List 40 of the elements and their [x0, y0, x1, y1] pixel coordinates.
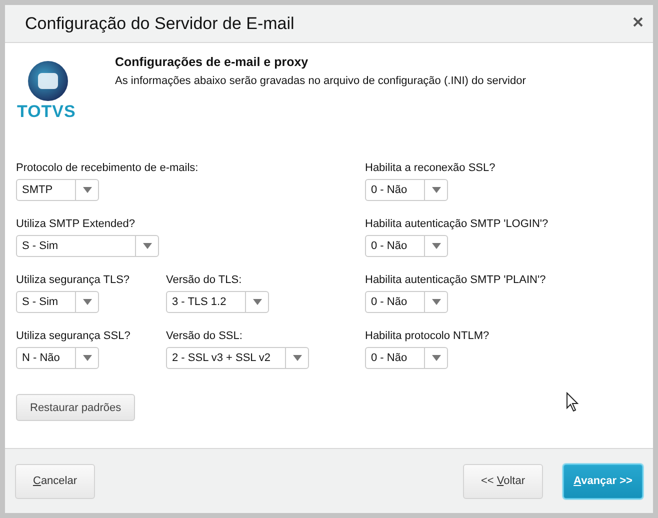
dropdown[interactable]: 0 - Não	[365, 235, 448, 257]
dropdown[interactable]: S - Sim	[16, 291, 99, 313]
caret-icon	[82, 299, 92, 305]
field-label: Utiliza SMTP Extended?	[16, 218, 136, 230]
dropdown[interactable]: 0 - Não	[365, 347, 448, 369]
field-label: Versão do TLS:	[166, 274, 243, 286]
window-title: Configuração do Servidor de E-mail	[25, 14, 294, 34]
dropdown[interactable]: 0 - Não	[365, 179, 448, 201]
dropdown[interactable]: S - Sim	[16, 235, 159, 257]
dropdown[interactable]: 2 - SSL v3 + SSL v2	[166, 347, 309, 369]
field-label: Utiliza segurança SSL?	[16, 330, 132, 342]
footer-button[interactable]: Cancelar	[15, 464, 95, 498]
caret-icon	[82, 355, 92, 361]
field-label: Habilita autenticação SMTP 'PLAIN'?	[365, 274, 546, 286]
dropdown[interactable]: N - Não	[16, 347, 99, 369]
field-label: Habilita protocolo NTLM?	[365, 330, 490, 342]
caret-icon	[82, 187, 92, 193]
caret-icon	[432, 355, 440, 361]
field-label: Versão do SSL:	[166, 330, 244, 342]
caret-icon	[292, 355, 302, 361]
caret-icon	[432, 187, 440, 193]
field-label: Protocolo de recebimento de e-mails:	[16, 162, 198, 174]
close-icon[interactable]	[633, 16, 643, 26]
caret-icon	[252, 299, 262, 305]
dropdown[interactable]: 3 - TLS 1.2	[166, 291, 269, 313]
cursor-icon	[566, 392, 579, 412]
footer-button[interactable]: << Voltar	[463, 464, 543, 498]
logo-icon	[27, 60, 69, 102]
caret-icon	[432, 243, 440, 249]
section-heading: Configurações de e-mail e proxy	[115, 55, 310, 69]
dropdown[interactable]: 0 - Não	[365, 291, 448, 313]
dropdown[interactable]: SMTP	[16, 179, 99, 201]
field-label: Utiliza segurança TLS?	[16, 274, 131, 286]
field-label: Habilita a reconexão SSL?	[365, 162, 496, 174]
field-label: Habilita autenticação SMTP 'LOGIN'?	[365, 218, 548, 230]
caret-icon	[432, 299, 440, 305]
section-description: As informações abaixo serão gravadas no arquivo de configuração (.INI) do servidor	[115, 75, 526, 87]
caret-icon	[142, 243, 152, 249]
logo-text: TOTVS	[17, 102, 76, 122]
restore-defaults-button[interactable]: Restaurar padrões	[16, 394, 136, 421]
